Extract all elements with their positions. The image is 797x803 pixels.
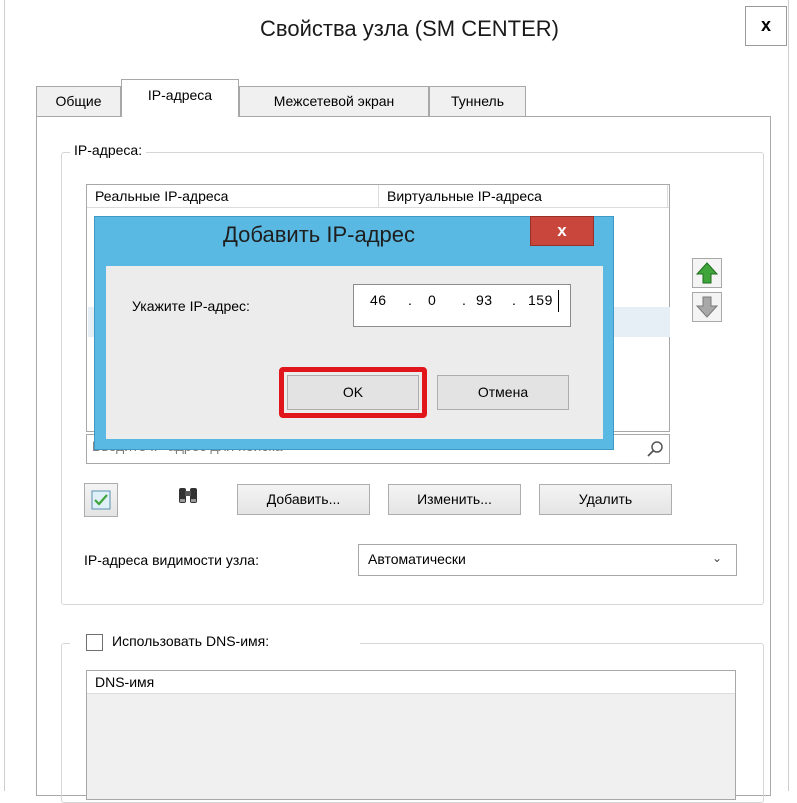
- ip-addresses-legend: IP-адреса:: [70, 142, 147, 158]
- binoculars-icon[interactable]: [176, 484, 200, 511]
- gray-down-arrow-icon: [695, 296, 719, 318]
- checkbox-list-icon: [91, 490, 111, 510]
- visibility-select-value: Автоматически: [368, 551, 466, 567]
- tab-firewall[interactable]: Межсетевой экран: [239, 86, 429, 116]
- ip-octet-2[interactable]: 0: [428, 292, 436, 308]
- ip-octet-4[interactable]: 159: [528, 292, 553, 308]
- move-down-button[interactable]: [692, 292, 722, 322]
- column-dns-name[interactable]: DNS-имя: [87, 671, 735, 693]
- magnifier-icon: [646, 440, 664, 461]
- use-dns-label: Использовать DNS-имя:: [112, 633, 270, 649]
- chevron-down-icon: ⌄: [712, 551, 723, 565]
- ip-dot-2: .: [462, 292, 467, 308]
- ip-list-header: Реальные IP-адреса Виртуальные IP-адреса: [87, 185, 669, 208]
- column-virtual-ip[interactable]: Виртуальные IP-адреса: [379, 185, 668, 207]
- add-ip-dialog-title: Добавить IP-адрес: [223, 222, 415, 247]
- ip-dot-3: .: [512, 292, 517, 308]
- tab-tunnel[interactable]: Туннель: [429, 86, 526, 116]
- edit-ip-button[interactable]: Изменить...: [388, 484, 521, 515]
- cancel-button[interactable]: Отмена: [437, 375, 569, 410]
- use-dns-checkbox[interactable]: [86, 634, 103, 651]
- ip-dot-1: .: [408, 292, 413, 308]
- text-caret: [558, 290, 559, 312]
- ip-octet-3[interactable]: 93: [476, 292, 493, 308]
- tab-general[interactable]: Общие: [36, 86, 121, 116]
- green-up-arrow-icon: [695, 262, 719, 284]
- dialog-close-button[interactable]: x: [530, 216, 594, 246]
- column-real-ip[interactable]: Реальные IP-адреса: [87, 185, 379, 207]
- tab-ip-addresses[interactable]: IP-адреса: [121, 79, 239, 117]
- dns-list[interactable]: DNS-имя: [86, 670, 736, 800]
- move-up-button[interactable]: [692, 258, 722, 288]
- window-right-border: [788, 0, 789, 791]
- ip-prompt-label: Укажите IP-адрес:: [132, 298, 250, 314]
- select-all-button[interactable]: [84, 483, 118, 517]
- delete-ip-button[interactable]: Удалить: [539, 484, 672, 515]
- ip-octet-1[interactable]: 46: [370, 292, 387, 308]
- add-ip-button[interactable]: Добавить...: [237, 484, 370, 515]
- ok-button[interactable]: OK: [287, 375, 419, 410]
- dns-list-header: DNS-имя: [87, 671, 735, 694]
- window-title: Свойства узла (SM CENTER): [260, 16, 559, 41]
- visibility-label: IP-адреса видимости узла:: [84, 552, 259, 568]
- window-left-border: [4, 0, 5, 791]
- window-close-button[interactable]: x: [745, 6, 787, 46]
